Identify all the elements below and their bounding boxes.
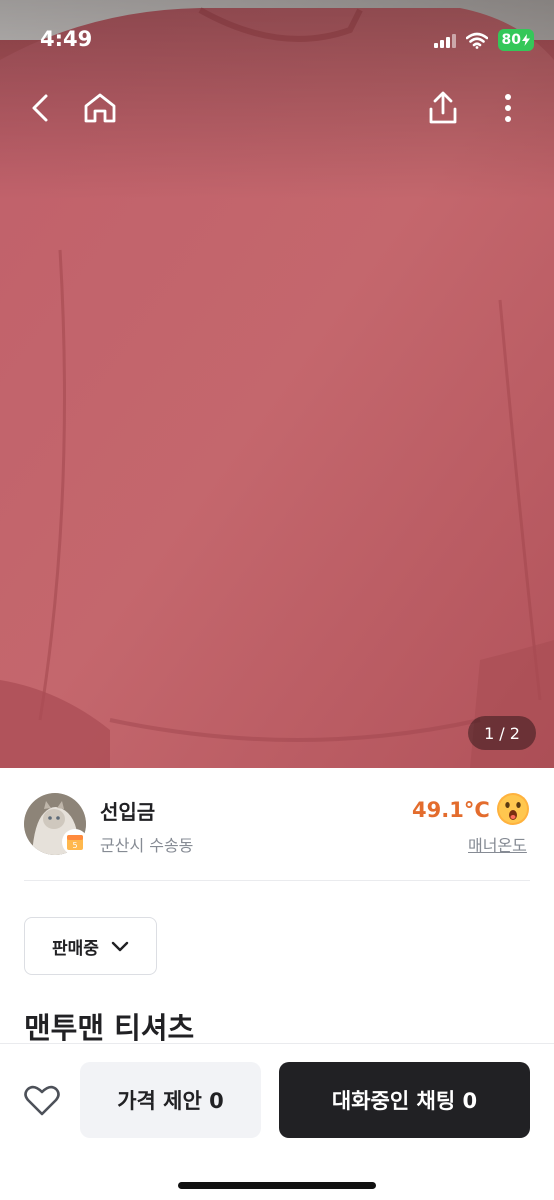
status-icons: 80 bbox=[433, 29, 534, 51]
battery-icon: 80 bbox=[497, 29, 534, 51]
active-chats-button[interactable]: 대화중인 채팅 0 bbox=[279, 1062, 530, 1138]
product-title: 맨투맨 티셔츠 bbox=[24, 1011, 195, 1045]
temperature-face-icon bbox=[497, 793, 529, 825]
share-button[interactable] bbox=[423, 88, 463, 128]
heart-icon bbox=[24, 1085, 60, 1116]
manner-temperature: 49.1°C bbox=[412, 798, 490, 822]
svg-text:5: 5 bbox=[72, 841, 77, 850]
bottom-action-bar: 가격 제안 0 대화중인 채팅 0 bbox=[0, 1043, 554, 1200]
divider bbox=[24, 880, 530, 881]
sale-status-dropdown[interactable]: 판매중 bbox=[24, 917, 157, 975]
more-vertical-icon bbox=[505, 94, 511, 122]
battery-level: 80 bbox=[501, 32, 521, 48]
wifi-icon bbox=[465, 32, 488, 49]
photo-index-separator: / bbox=[499, 723, 505, 743]
back-button[interactable] bbox=[20, 88, 60, 128]
more-button[interactable] bbox=[488, 88, 528, 128]
signal-icon bbox=[433, 32, 456, 48]
seller-location: 군산시 수송동 bbox=[100, 836, 194, 855]
avatar[interactable]: 5 bbox=[24, 793, 88, 855]
back-chevron-icon bbox=[32, 94, 48, 122]
seller-name: 선입금 bbox=[100, 800, 156, 824]
sale-status-label: 판매중 bbox=[52, 938, 99, 959]
price-offer-button[interactable]: 가격 제안 0 bbox=[80, 1062, 261, 1138]
home-button[interactable] bbox=[80, 88, 120, 128]
status-time: 4:49 bbox=[40, 27, 93, 51]
avatar-calendar-badge: 5 bbox=[62, 829, 88, 855]
home-indicator bbox=[178, 1182, 376, 1189]
photo-page-indicator: 1 / 2 bbox=[468, 716, 536, 750]
home-icon bbox=[84, 93, 116, 123]
charging-bolt-icon bbox=[522, 34, 530, 46]
seller-profile[interactable]: 5 선입금 군산시 수송동 49.1°C 매너온도 bbox=[0, 768, 554, 880]
manner-temperature-link[interactable]: 매너온도 bbox=[468, 832, 527, 856]
like-button[interactable] bbox=[22, 1080, 62, 1120]
share-icon bbox=[429, 91, 457, 124]
photo-current-index: 1 bbox=[484, 723, 495, 743]
photo-total-count: 2 bbox=[509, 723, 520, 743]
calendar-icon: 5 bbox=[67, 835, 83, 850]
chevron-down-icon bbox=[111, 941, 129, 951]
